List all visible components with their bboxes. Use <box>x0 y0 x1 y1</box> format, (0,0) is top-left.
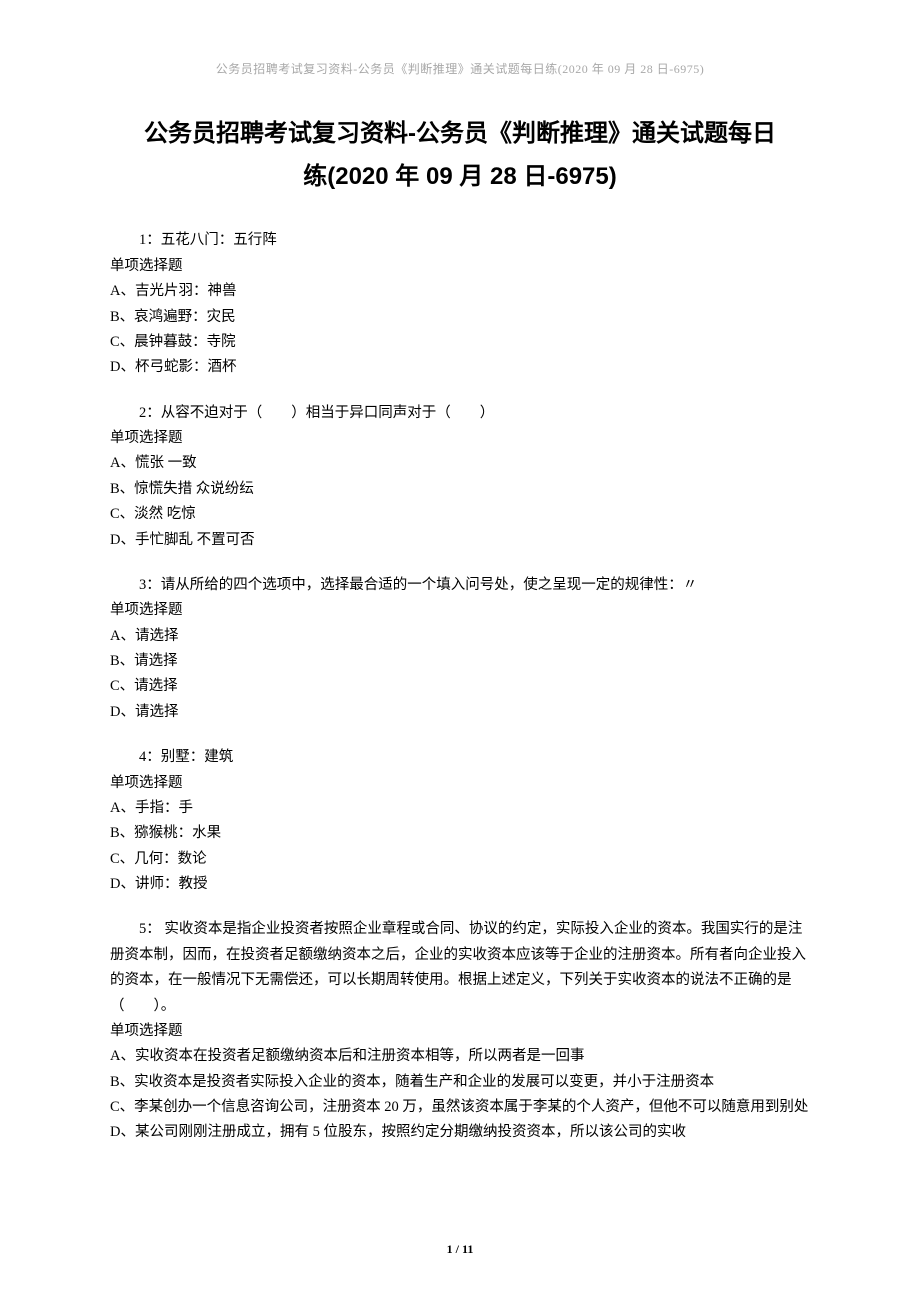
question-type: 单项选择题 <box>110 771 810 796</box>
question-2: 2：从容不迫对于（ ）相当于异口同声对于（ ） 单项选择题 A、慌张 一致 B、… <box>110 401 810 553</box>
option-a: A、慌张 一致 <box>110 451 810 476</box>
option-b: B、猕猴桃：水果 <box>110 821 810 846</box>
question-1: 1：五花八门：五行阵 单项选择题 A、吉光片羽：神兽 B、哀鸿遍野：灾民 C、晨… <box>110 228 810 380</box>
title-line-1: 公务员招聘考试复习资料-公务员《判断推理》通关试题每日 <box>110 112 810 155</box>
page-header: 公务员招聘考试复习资料-公务员《判断推理》通关试题每日练(2020 年 09 月… <box>110 60 810 77</box>
question-4: 4：别墅：建筑 单项选择题 A、手指：手 B、猕猴桃：水果 C、几何：数论 D、… <box>110 745 810 897</box>
title-line-2: 练(2020 年 09 月 28 日-6975) <box>110 155 810 198</box>
option-b: B、哀鸿遍野：灾民 <box>110 305 810 330</box>
option-a: A、手指：手 <box>110 796 810 821</box>
question-text: 5： 实收资本是指企业投资者按照企业章程或合同、协议的约定，实际投入企业的资本。… <box>110 917 810 1019</box>
question-type: 单项选择题 <box>110 426 810 451</box>
option-b: B、实收资本是投资者实际投入企业的资本，随着生产和企业的发展可以变更，并小于注册… <box>110 1070 810 1095</box>
option-b: B、惊慌失措 众说纷纭 <box>110 477 810 502</box>
question-3: 3：请从所给的四个选项中，选择最合适的一个填入问号处，使之呈现一定的规律性：〃 … <box>110 573 810 725</box>
question-text: 1：五花八门：五行阵 <box>110 228 810 253</box>
option-c: C、几何：数论 <box>110 847 810 872</box>
question-type: 单项选择题 <box>110 1019 810 1044</box>
option-d: D、杯弓蛇影：酒杯 <box>110 355 810 380</box>
question-text: 3：请从所给的四个选项中，选择最合适的一个填入问号处，使之呈现一定的规律性：〃 <box>110 573 810 598</box>
option-c: C、李某创办一个信息咨询公司，注册资本 20 万，虽然该资本属于李某的个人资产，… <box>110 1095 810 1120</box>
question-type: 单项选择题 <box>110 598 810 623</box>
option-a: A、吉光片羽：神兽 <box>110 279 810 304</box>
option-c: C、淡然 吃惊 <box>110 502 810 527</box>
option-d: D、手忙脚乱 不置可否 <box>110 528 810 553</box>
option-d: D、讲师：教授 <box>110 872 810 897</box>
option-a: A、请选择 <box>110 624 810 649</box>
question-type: 单项选择题 <box>110 254 810 279</box>
question-text: 4：别墅：建筑 <box>110 745 810 770</box>
option-a: A、实收资本在投资者足额缴纳资本后和注册资本相等，所以两者是一回事 <box>110 1044 810 1069</box>
page-footer: 1 / 11 <box>0 1242 920 1257</box>
option-d: D、请选择 <box>110 700 810 725</box>
option-b: B、请选择 <box>110 649 810 674</box>
question-5: 5： 实收资本是指企业投资者按照企业章程或合同、协议的约定，实际投入企业的资本。… <box>110 917 810 1145</box>
document-title: 公务员招聘考试复习资料-公务员《判断推理》通关试题每日 练(2020 年 09 … <box>110 112 810 198</box>
option-c: C、请选择 <box>110 674 810 699</box>
option-c: C、晨钟暮鼓：寺院 <box>110 330 810 355</box>
question-text: 2：从容不迫对于（ ）相当于异口同声对于（ ） <box>110 401 810 426</box>
option-d: D、某公司刚刚注册成立，拥有 5 位股东，按照约定分期缴纳投资资本，所以该公司的… <box>110 1120 810 1145</box>
